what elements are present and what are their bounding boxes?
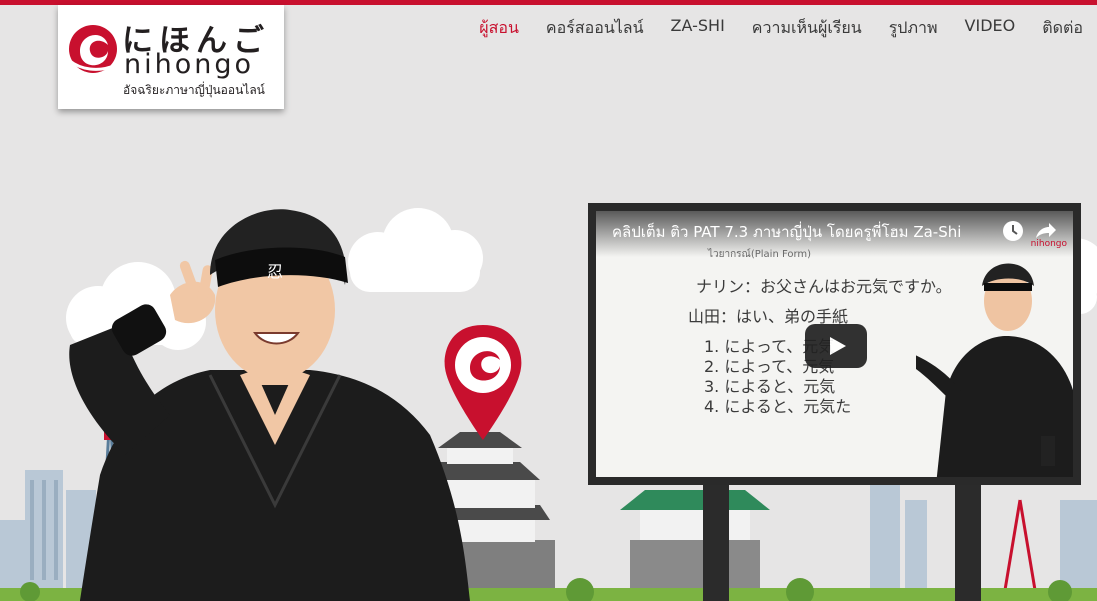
billboard-post-left	[703, 485, 729, 601]
teacher-photo: 忍	[69, 209, 470, 601]
clock-icon[interactable]	[1000, 218, 1026, 244]
site-logo[interactable]: にほんご nihongo อัจฉริยะภาษาญี่ปุ่นออนไลน์	[58, 5, 284, 109]
video-watermark: nihongo	[1030, 239, 1067, 249]
tower-right	[1003, 499, 1037, 591]
logo-swirl-icon	[69, 25, 117, 73]
video-title[interactable]: คลิปเต็ม ติว PAT 7.3 ภาษาญี่ปุ่น โดยครูพ…	[612, 220, 961, 244]
logo-tagline: อัจฉริยะภาษาญี่ปุ่นออนไลน์	[123, 83, 265, 97]
play-button[interactable]	[805, 324, 867, 368]
video-billboard: ไวยากรณ์(Plain Form) ナリン：お父さんはお元気ですか。 山田…	[588, 203, 1081, 485]
headband-emblem: 忍	[267, 262, 283, 281]
castle-right	[620, 490, 770, 601]
main-nav: ผู้สอน คอร์สออนไลน์ ZA-SHI ความเห็นผู้เร…	[479, 16, 1083, 41]
nav-item-testimonials[interactable]: ความเห็นผู้เรียน	[752, 16, 862, 41]
nav-item-contact[interactable]: ติดต่อ	[1042, 16, 1083, 41]
nav-item-video[interactable]: VIDEO	[965, 16, 1016, 41]
nav-item-online-course[interactable]: คอร์สออนไลน์	[546, 16, 644, 41]
whiteboard-item-4: 4. によると、元気た	[704, 397, 852, 416]
nav-item-za-shi[interactable]: ZA-SHI	[671, 16, 725, 41]
video-player[interactable]: ไวยากรณ์(Plain Form) ナリン：お父さんはお元気ですか。 山田…	[596, 211, 1073, 477]
billboard-post-right	[955, 485, 981, 601]
whiteboard-line-1: ナリン：お父さんはお元気ですか。	[696, 277, 952, 296]
video-teacher-figure	[916, 263, 1073, 477]
nav-item-teacher[interactable]: ผู้สอน	[479, 16, 519, 41]
nav-item-gallery[interactable]: รูปภาพ	[889, 16, 938, 41]
logo-english-text: nihongo	[124, 49, 255, 80]
